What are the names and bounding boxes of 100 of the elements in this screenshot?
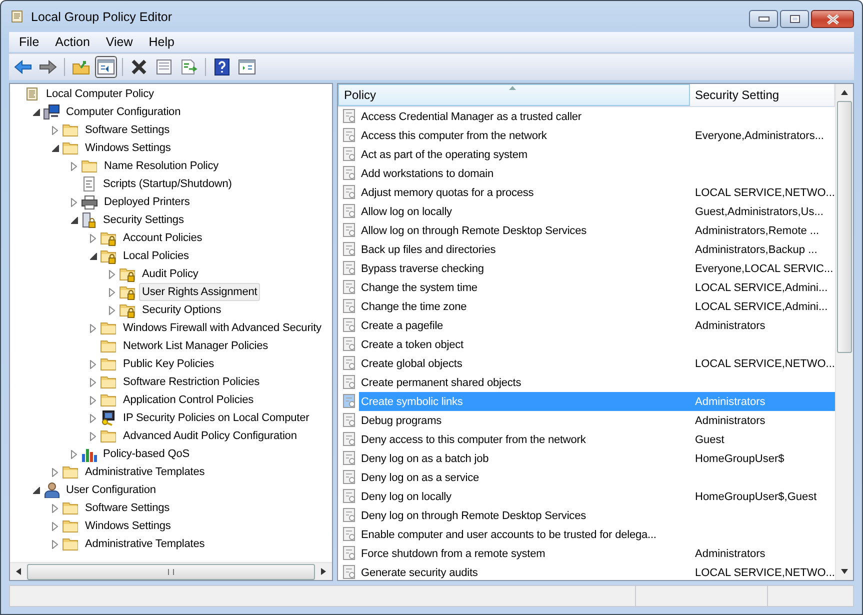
tree-item[interactable]: User Rights Assignment <box>139 283 260 301</box>
expand-arrow-icon[interactable] <box>90 378 96 386</box>
menu-item[interactable]: File <box>11 35 48 49</box>
scroll-right-arrow-icon[interactable] <box>321 568 326 575</box>
tree-item[interactable]: Local Policies <box>120 247 192 265</box>
menu-item[interactable]: Help <box>140 35 182 49</box>
scroll-down-arrow-icon[interactable] <box>841 569 848 574</box>
menu-item[interactable]: View <box>98 35 141 49</box>
maximize-button[interactable] <box>780 10 809 28</box>
policy-name: Adjust memory quotas for a process <box>361 186 535 198</box>
show-tree-button[interactable] <box>95 56 117 78</box>
policy-icon <box>343 413 357 428</box>
vertical-scrollbar[interactable] <box>835 84 853 580</box>
tree-item[interactable]: Software Settings <box>82 499 173 517</box>
tree-item[interactable]: Application Control Policies <box>120 391 256 409</box>
tree-item[interactable]: Software Restriction Policies <box>120 373 262 391</box>
table-row[interactable]: Deny log on locally HomeGroupUser$,Guest <box>359 487 835 506</box>
tree-item[interactable]: Software Settings <box>82 121 173 139</box>
table-row[interactable]: Allow log on locally Guest,Administrators,Us... <box>359 202 835 221</box>
tree-item[interactable]: Administrative Templates <box>82 535 208 553</box>
table-row[interactable]: Create permanent shared objects <box>359 373 835 392</box>
tree-item[interactable]: Administrative Templates <box>82 463 208 481</box>
expand-arrow-icon[interactable] <box>109 306 115 314</box>
table-row[interactable]: Enable computer and user accounts to be trusted for delega... <box>359 525 835 544</box>
expand-arrow-icon[interactable] <box>109 270 115 278</box>
expand-arrow-icon[interactable] <box>52 126 58 134</box>
expand-arrow-icon[interactable] <box>90 432 96 440</box>
expand-arrow-icon[interactable] <box>109 288 115 296</box>
tree-item[interactable]: Name Resolution Policy <box>101 157 222 175</box>
horizontal-scrollbar[interactable] <box>10 562 332 580</box>
collapse-arrow-icon[interactable] <box>33 486 40 494</box>
tree-item[interactable]: Network List Manager Policies <box>120 337 272 355</box>
expand-arrow-icon[interactable] <box>90 234 96 242</box>
table-row[interactable]: Change the system time LOCAL SERVICE,Admini... <box>359 278 835 297</box>
scroll-thumb[interactable] <box>27 564 315 580</box>
table-row[interactable]: Deny access to this computer from the network Guest <box>359 430 835 449</box>
table-row[interactable]: Change the time zone LOCAL SERVICE,Admini... <box>359 297 835 316</box>
expand-arrow-icon[interactable] <box>90 324 96 332</box>
tree-item[interactable]: Policy-based QoS <box>100 445 192 463</box>
scroll-left-arrow-icon[interactable] <box>16 568 21 575</box>
user-icon <box>43 482 60 498</box>
tree-item[interactable]: Computer Configuration <box>63 103 184 121</box>
collapse-arrow-icon[interactable] <box>71 216 78 224</box>
tree-item[interactable]: Windows Settings <box>82 139 174 157</box>
tree-item[interactable]: User Configuration <box>63 481 159 499</box>
expand-arrow-icon[interactable] <box>52 540 58 548</box>
scroll-icon <box>24 86 40 102</box>
table-row[interactable]: Access this computer from the network Everyone,Administrators... <box>359 126 835 145</box>
table-row[interactable]: Generate security audits LOCAL SERVICE,NETWO... <box>359 563 835 582</box>
table-row[interactable]: Create a token object <box>359 335 835 354</box>
table-row[interactable]: Create a pagefile Administrators <box>359 316 835 335</box>
table-row[interactable]: Create global objects LOCAL SERVICE,NETWO... <box>359 354 835 373</box>
tree-item[interactable]: Security Options <box>139 301 224 319</box>
expand-arrow-icon[interactable] <box>90 360 96 368</box>
tree-item[interactable]: Audit Policy <box>139 265 202 283</box>
table-row[interactable]: Allow log on through Remote Desktop Services Administrators,Remote ... <box>359 221 835 240</box>
tree-item[interactable]: Account Policies <box>120 229 206 247</box>
column-header[interactable]: Security Setting <box>690 84 835 106</box>
security-setting: HomeGroupUser$ <box>695 452 784 464</box>
collapse-arrow-icon[interactable] <box>52 144 59 152</box>
expand-arrow-icon[interactable] <box>90 414 96 422</box>
tree-item[interactable]: Windows Settings <box>82 517 174 535</box>
tree-item[interactable]: Advanced Audit Policy Configuration <box>120 427 300 445</box>
policy-icon <box>343 375 357 390</box>
table-row[interactable]: Debug programs Administrators <box>359 411 835 430</box>
column-header[interactable]: Policy <box>338 84 690 106</box>
expand-arrow-icon[interactable] <box>52 468 58 476</box>
table-row[interactable]: Force shutdown from a remote system Administrators <box>359 544 835 563</box>
menu-item[interactable]: Action <box>47 35 98 49</box>
minimize-icon <box>758 16 770 22</box>
table-row[interactable]: Access Credential Manager as a trusted caller <box>359 107 835 126</box>
table-row[interactable]: Bypass traverse checking Everyone,LOCAL SERVIC... <box>359 259 835 278</box>
expand-arrow-icon[interactable] <box>52 522 58 530</box>
table-row[interactable]: Deny log on as a service <box>359 468 835 487</box>
folder-icon <box>62 536 79 552</box>
scroll-thumb[interactable] <box>837 101 852 353</box>
tree-item[interactable]: Public Key Policies <box>120 355 218 373</box>
table-row[interactable]: Act as part of the operating system <box>359 145 835 164</box>
collapse-arrow-icon[interactable] <box>90 252 97 260</box>
security-setting: Guest,Administrators,Us... <box>695 206 824 218</box>
table-row[interactable]: Deny log on as a batch job HomeGroupUser$ <box>359 449 835 468</box>
table-row[interactable]: Deny log on through Remote Desktop Services <box>359 506 835 525</box>
expand-arrow-icon[interactable] <box>52 504 58 512</box>
tree-item[interactable]: Deployed Printers <box>101 193 193 211</box>
close-button[interactable] <box>811 10 854 28</box>
tree-item[interactable]: Windows Firewall with Advanced Security <box>120 319 324 337</box>
tree-item[interactable]: IP Security Policies on Local Computer <box>120 409 312 427</box>
expand-arrow-icon[interactable] <box>71 450 77 458</box>
table-row[interactable]: Add workstations to domain <box>359 164 835 183</box>
expand-arrow-icon[interactable] <box>71 162 77 170</box>
tree-item[interactable]: Scripts (Startup/Shutdown) <box>100 175 235 193</box>
tree-item[interactable]: Local Computer Policy <box>43 85 157 103</box>
collapse-arrow-icon[interactable] <box>33 108 40 116</box>
expand-arrow-icon[interactable] <box>90 396 96 404</box>
expand-arrow-icon[interactable] <box>71 198 77 206</box>
tree-item[interactable]: Security Settings <box>100 211 187 229</box>
scroll-up-arrow-icon[interactable] <box>841 90 848 95</box>
table-row[interactable]: Back up files and directories Administrators,Backup ... <box>359 240 835 259</box>
table-row[interactable]: Adjust memory quotas for a process LOCAL SERVICE,NETWO... <box>359 183 835 202</box>
minimize-button[interactable] <box>749 10 778 28</box>
